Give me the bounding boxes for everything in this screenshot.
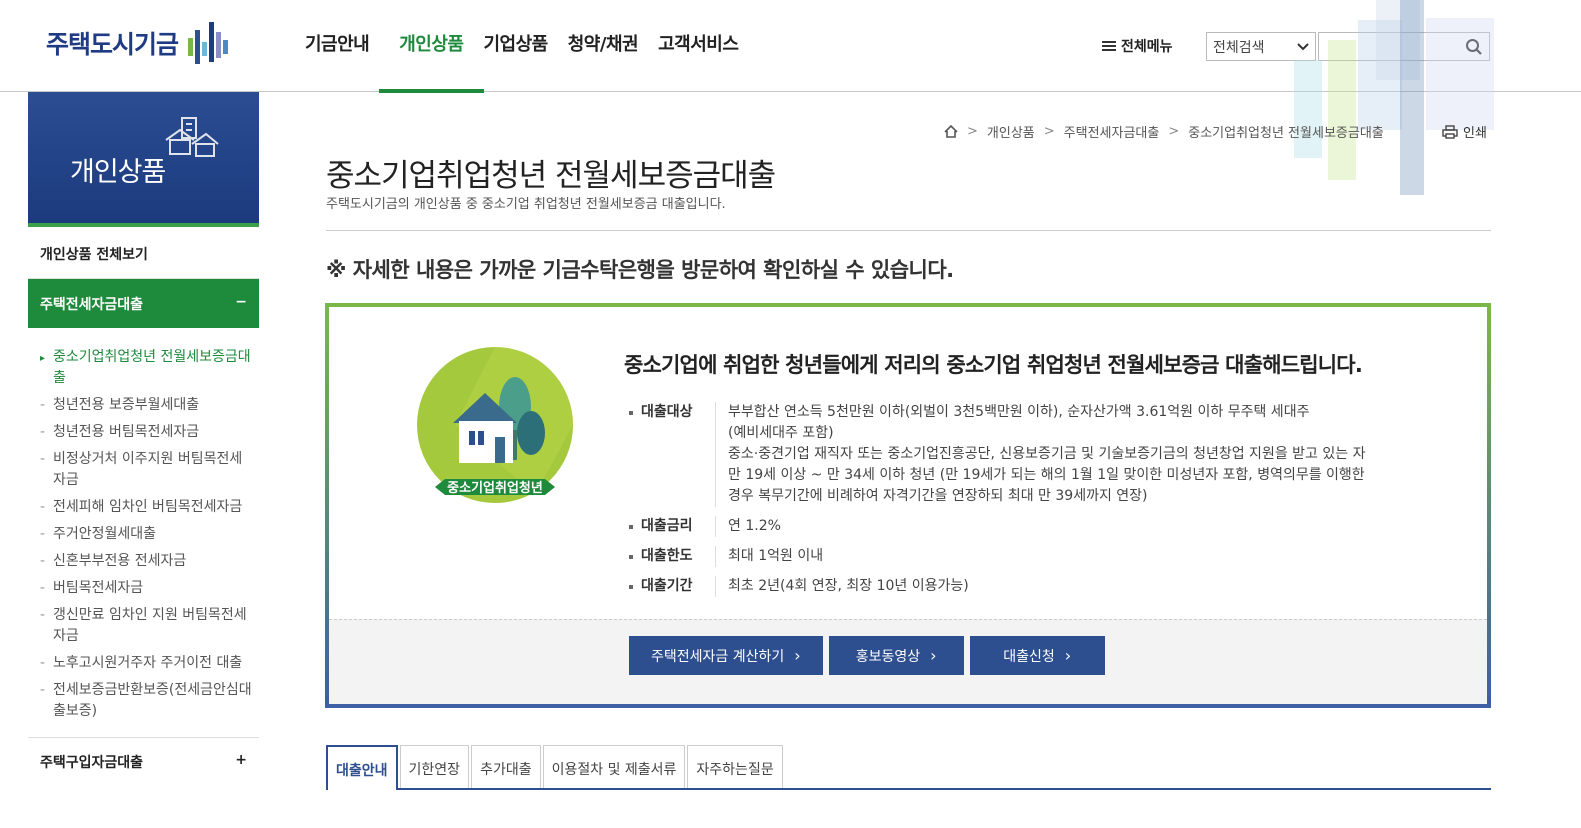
search-icon[interactable]: [1465, 38, 1483, 56]
loan-info-list: 대출대상 부부합산 연소득 5천만원 이하(외벌이 3천5백만원 이하), 순자…: [629, 402, 1469, 606]
calculator-button[interactable]: 주택전세자금 계산하기 ›: [629, 636, 823, 675]
logo-mark-icon: [188, 22, 229, 64]
chevron-down-icon: [1297, 42, 1309, 50]
sme-youth-badge-icon: 중소기업취업청년: [417, 347, 573, 503]
product-card: 중소기업취업청년 중소기업에 취업한 청년들에게 저리의 중소기업 취업청년 전…: [325, 303, 1491, 708]
printer-icon: [1442, 124, 1458, 139]
side-nav-item-sme-youth[interactable]: 중소기업취업청년 전월세보증금대출: [28, 344, 259, 392]
collapse-icon: −: [235, 294, 247, 310]
hamburger-icon: [1102, 39, 1116, 53]
tab-additional-loan[interactable]: 추가대출: [471, 745, 541, 788]
chevron-right-icon: >: [1168, 124, 1180, 139]
side-nav-submenu: 중소기업취업청년 전월세보증금대출 청년전용 보증부월세대출 청년전용 버팀목전…: [28, 328, 259, 738]
badge-label: 중소기업취업청년: [447, 480, 543, 496]
print-button[interactable]: 인쇄: [1442, 122, 1487, 141]
card-footer: 주택전세자금 계산하기 › 홍보동영상 › 대출신청 ›: [329, 619, 1487, 704]
info-line: 부부합산 연소득 5천만원 이하(외벌이 3천5백만원 이하), 순자산가액 3…: [728, 404, 1310, 420]
side-nav-item-butimmok[interactable]: 버팀목전세자금: [28, 575, 259, 602]
info-key: 대출금리: [629, 516, 715, 537]
info-line: 중소·중견기업 재직자 또는 중소기업진흥공단, 신용보증기금 및 기술보증기금…: [728, 446, 1366, 462]
gnb-item-corporate-products[interactable]: 기업상품: [474, 0, 558, 92]
page-title: 중소기업취업청년 전월세보증금대출: [326, 158, 776, 194]
side-nav-item-relocation[interactable]: 비정상거처 이주지원 버팀목전세자금: [28, 446, 259, 494]
chevron-right-icon: >: [967, 124, 978, 139]
chevron-right-icon: ›: [794, 646, 801, 665]
content-tabs: 대출안내 기한연장 추가대출 이용절차 및 제출서류 자주하는질문: [326, 745, 1491, 790]
info-line: 경우 복무기간에 비례하여 자격기간을 연장하되 최대 만 39세까지 연장): [728, 488, 1148, 504]
button-label: 주택전세자금 계산하기: [651, 648, 785, 665]
all-menu-button[interactable]: 전체메뉴: [1102, 36, 1173, 56]
promo-video-button[interactable]: 홍보동영상 ›: [828, 636, 964, 675]
page-description: 주택도시기금의 개인상품 중 중소기업 취업청년 전월세보증금 대출입니다.: [326, 197, 726, 212]
side-nav: 개인상품 개인상품 전체보기 주택전세자금대출 − 중소기업취업청년 전월세보증…: [28, 92, 259, 784]
side-nav-item-fraud-victim[interactable]: 전세피해 임차인 버팀목전세자금: [28, 494, 259, 521]
expand-icon: +: [235, 752, 247, 768]
chevron-right-icon: ›: [930, 646, 937, 665]
gnb-item-customer-service[interactable]: 고객서비스: [648, 0, 748, 92]
home-icon[interactable]: [944, 125, 958, 138]
info-value: 최초 2년(4회 연장, 최장 10년 이용가능): [715, 576, 969, 597]
side-nav-item-youth-butimmok[interactable]: 청년전용 버팀목전세자금: [28, 419, 259, 446]
search-scope-select[interactable]: 전체검색: [1206, 32, 1316, 61]
site-header: 주택도시기금 기금안내 개인상품 기업상품 청약/채권 고객서비스 전체메뉴 전…: [0, 0, 1581, 93]
chevron-right-icon: >: [1043, 124, 1055, 139]
side-nav-item-deposit-guarantee[interactable]: 전세보증금반환보증(전세금안심대출보증): [28, 677, 259, 725]
side-nav-item-gosiwon[interactable]: 노후고시원거주자 주거이전 대출: [28, 650, 259, 677]
info-line: 만 19세 이상 ~ 만 34세 이하 청년 (만 19세가 되는 해의 1월 …: [728, 467, 1365, 483]
info-row-target: 대출대상 부부합산 연소득 5천만원 이하(외벌이 3천5백만원 이하), 순자…: [629, 402, 1469, 507]
tab-loan-guide[interactable]: 대출안내: [326, 745, 398, 790]
tab-procedure-documents[interactable]: 이용절차 및 제출서류: [542, 745, 686, 788]
breadcrumb-item[interactable]: 개인상품: [987, 122, 1035, 141]
info-row-period: 대출기간 최초 2년(4회 연장, 최장 10년 이용가능): [629, 576, 1469, 597]
side-nav-item-monthly-rent[interactable]: 주거안정월세대출: [28, 521, 259, 548]
info-key: 대출대상: [629, 402, 715, 507]
buildings-icon: [165, 117, 219, 157]
button-label: 대출신청: [1003, 648, 1055, 665]
side-nav-item-newlywed[interactable]: 신혼부부전용 전세자금: [28, 548, 259, 575]
side-nav-all-products[interactable]: 개인상품 전체보기: [28, 227, 259, 279]
button-label: 홍보동영상: [855, 648, 921, 665]
side-nav-header: 개인상품: [28, 92, 259, 227]
global-nav: 기금안내 개인상품 기업상품 청약/채권 고객서비스: [305, 0, 748, 93]
breadcrumb-item[interactable]: 주택전세자금대출: [1064, 122, 1160, 141]
side-nav-group-jeonse[interactable]: 주택전세자금대출 −: [28, 279, 259, 328]
chevron-right-icon: ›: [1064, 646, 1072, 665]
info-value: 부부합산 연소득 5천만원 이하(외벌이 3천5백만원 이하), 순자산가액 3…: [715, 402, 1365, 507]
side-nav-item-renewal-expiry[interactable]: 갱신만료 임차인 지원 버팀목전세자금: [28, 602, 259, 650]
side-nav-group-purchase[interactable]: 주택구입자금대출 +: [28, 738, 259, 784]
breadcrumb-current: 중소기업취업청년 전월세보증금대출: [1188, 126, 1384, 141]
gnb-item-fund-info[interactable]: 기금안내: [305, 0, 379, 92]
info-value: 연 1.2%: [715, 516, 781, 537]
search-scope-value: 전체검색: [1213, 39, 1265, 56]
info-row-rate: 대출금리 연 1.2%: [629, 516, 1469, 537]
search-input[interactable]: [1318, 32, 1490, 61]
card-headline: 중소기업에 취업한 청년들에게 저리의 중소기업 취업청년 전월세보증금 대출해…: [624, 353, 1363, 377]
info-line: (예비세대주 포함): [728, 425, 834, 441]
notice-text: ※ 자세한 내용은 가까운 기금수탁은행을 방문하여 확인하실 수 있습니다.: [326, 258, 954, 282]
tab-faq[interactable]: 자주하는질문: [687, 745, 783, 788]
info-key: 대출한도: [629, 546, 715, 567]
info-row-limit: 대출한도 최대 1억원 이내: [629, 546, 1469, 567]
tab-extension[interactable]: 기한연장: [399, 745, 470, 788]
side-nav-title: 개인상품: [70, 157, 166, 188]
breadcrumb: > 개인상품 > 주택전세자금대출 > 중소기업취업청년 전월세보증금대출: [944, 122, 1384, 141]
info-key: 대출기간: [629, 576, 715, 597]
apply-loan-button[interactable]: 대출신청 ›: [969, 636, 1105, 675]
card-buttons: 주택전세자금 계산하기 › 홍보동영상 › 대출신청 ›: [629, 636, 1105, 675]
info-value: 최대 1억원 이내: [715, 546, 823, 567]
all-menu-label: 전체메뉴: [1121, 39, 1173, 55]
site-logo[interactable]: 주택도시기금: [46, 20, 230, 66]
gnb-item-subscription-bonds[interactable]: 청약/채권: [558, 0, 648, 92]
print-label: 인쇄: [1463, 126, 1487, 141]
side-nav-item-youth-monthly-rent[interactable]: 청년전용 보증부월세대출: [28, 392, 259, 419]
gnb-item-personal-products[interactable]: 개인상품: [379, 0, 484, 93]
divider: [326, 230, 1491, 231]
side-nav-group-label: 주택전세자금대출: [40, 297, 144, 313]
logo-text: 주택도시기금: [46, 30, 179, 59]
side-nav-group-label: 주택구입자금대출: [40, 755, 144, 771]
